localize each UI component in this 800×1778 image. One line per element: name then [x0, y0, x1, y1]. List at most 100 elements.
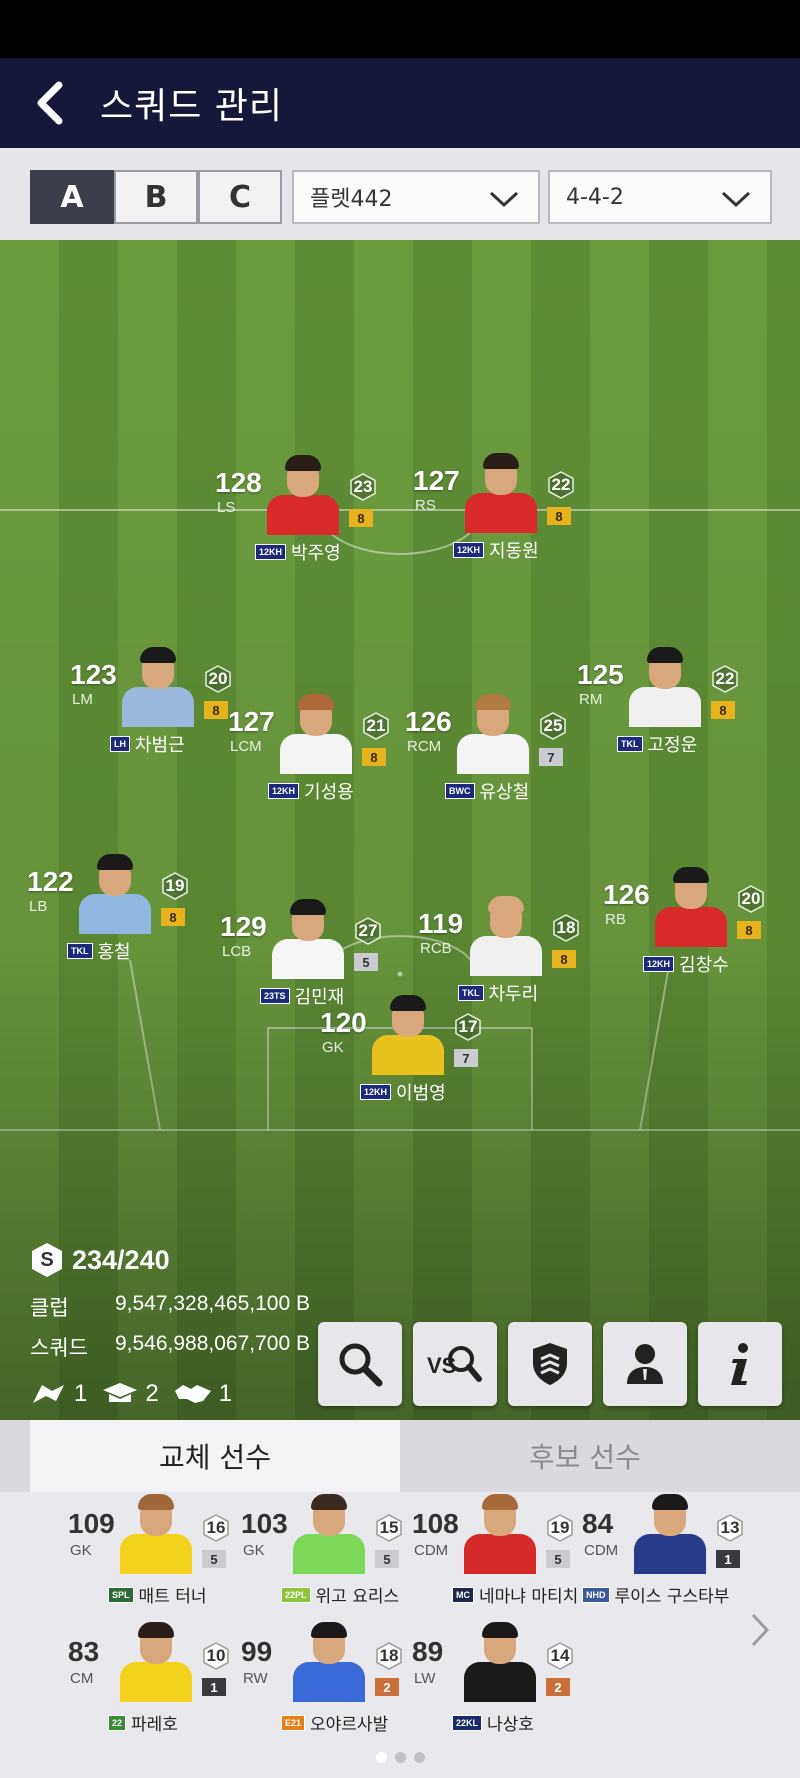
player-portrait — [625, 645, 705, 727]
squad-preset-dropdown[interactable]: 플렛442 — [292, 170, 540, 224]
bench-tab-bar: 교체 선수 후보 선수 — [0, 1420, 800, 1492]
player-ovr: 109 — [68, 1508, 115, 1539]
player-name: 네마냐 마티치 — [479, 1587, 579, 1607]
player-card-lb[interactable]: 122 LB 19 8 TKL 홍철 — [27, 852, 247, 972]
player-card-rb[interactable]: 126 RB 20 8 12KH 김창수 — [603, 865, 800, 985]
bench-player-card[interactable]: 84 CDM 13 1 NHD 루이스 구스타부 — [582, 1492, 762, 1612]
compare-button[interactable]: VS — [413, 1322, 497, 1406]
player-position: LB — [29, 898, 48, 915]
page-title: 스쿼드 관리 — [100, 86, 284, 127]
player-ovr: 119 — [418, 908, 464, 939]
search-button[interactable] — [318, 1322, 402, 1406]
tactics-button[interactable] — [508, 1322, 592, 1406]
player-portrait — [116, 1492, 196, 1574]
player-portrait — [118, 645, 198, 727]
player-portrait — [460, 1492, 540, 1574]
tab-squad-a[interactable]: A — [30, 170, 114, 224]
salary-value: 234/240 — [72, 1244, 170, 1275]
bench-player-card[interactable]: 99 RW 18 2 E21 오야르사발 — [241, 1620, 421, 1740]
player-portrait — [276, 692, 356, 774]
status-bar — [0, 0, 800, 58]
player-name: 매트 터너 — [138, 1587, 207, 1607]
player-ovr: 108 — [412, 1508, 459, 1539]
level-hexagon: 25 — [539, 712, 567, 740]
bench-player-card[interactable]: 89 LW 14 2 22KL 나상호 — [412, 1620, 592, 1740]
player-portrait — [460, 1620, 540, 1702]
player-ovr: 127 — [228, 706, 275, 737]
player-position: GK — [70, 1542, 92, 1559]
player-name: 루이스 구스타부 — [614, 1587, 730, 1607]
formation-dropdown[interactable]: 4-4-2 — [548, 170, 772, 224]
tab-reserves[interactable]: 후보 선수 — [400, 1420, 770, 1492]
squad-value: 9,546,988,067,700 B — [114, 1332, 310, 1355]
player-position: LS — [217, 499, 236, 516]
player-name: 기성용 — [304, 782, 354, 803]
player-portrait — [453, 692, 533, 774]
player-position: CDM — [584, 1542, 619, 1559]
mortarboard-count: 2 — [145, 1380, 159, 1407]
player-card-rs[interactable]: 127 RS 22 8 12KH 지동원 — [413, 451, 633, 571]
enhance-grade: 1 — [202, 1678, 226, 1696]
enhance-grade: 8 — [349, 509, 373, 527]
player-portrait — [368, 993, 448, 1075]
player-position: CM — [70, 1670, 94, 1687]
bench-player-card[interactable]: 83 CM 10 1 22 파레호 — [68, 1620, 248, 1740]
person-icon — [627, 1344, 663, 1384]
page-indicator — [376, 1752, 425, 1763]
season-badge: 23TS — [260, 988, 290, 1004]
bench-player-card[interactable]: 103 GK 15 5 22PL 위고 요리스 — [241, 1492, 421, 1612]
player-card-ls[interactable]: 128 LS 23 8 12KH 박주영 — [215, 453, 435, 573]
level-hexagon: 18 — [375, 1642, 403, 1670]
level-hexagon: 18 — [552, 914, 580, 942]
player-portrait — [651, 865, 731, 947]
enhance-grade: 8 — [362, 748, 386, 766]
manager-button[interactable] — [603, 1322, 687, 1406]
season-badge: SPL — [108, 1586, 134, 1603]
player-name: 지동원 — [489, 541, 539, 562]
player-portrait — [466, 894, 546, 976]
player-position: CDM — [414, 1542, 449, 1559]
level-hexagon: 17 — [454, 1013, 482, 1041]
player-ovr: 126 — [603, 879, 650, 910]
player-card-gk[interactable]: 120 GK 17 7 12KH 이범영 — [320, 993, 540, 1113]
player-position: RCB — [420, 940, 452, 957]
bench-player-card[interactable]: 108 CDM 19 5 MC 네마냐 마티치 — [412, 1492, 592, 1612]
player-name: 김창수 — [679, 955, 729, 976]
player-position: LCB — [222, 943, 252, 960]
player-ovr: 89 — [412, 1636, 444, 1667]
tab-squad-b[interactable]: B — [114, 170, 198, 224]
player-ovr: 84 — [582, 1508, 614, 1539]
player-card-rcm[interactable]: 126 RCM 25 7 BWC 유상철 — [405, 692, 625, 812]
enhance-grade: 8 — [204, 701, 228, 719]
player-ovr: 103 — [241, 1508, 288, 1539]
mortarboard-icon — [103, 1383, 138, 1402]
enhance-grade: 2 — [546, 1678, 570, 1696]
level-hexagon: 13 — [716, 1514, 744, 1542]
tab-squad-c[interactable]: C — [198, 170, 282, 224]
player-portrait — [289, 1620, 369, 1702]
enhance-grade: 5 — [375, 1550, 399, 1568]
tab-substitutes[interactable]: 교체 선수 — [30, 1420, 400, 1492]
squad-value-label: 스쿼드 — [30, 1337, 88, 1360]
info-icon — [731, 1343, 748, 1385]
player-ovr: 127 — [413, 465, 460, 496]
player-ovr: 128 — [215, 467, 262, 498]
level-hexagon: 19 — [161, 872, 189, 900]
info-button[interactable] — [698, 1322, 782, 1406]
salary-icon: S — [30, 1242, 64, 1278]
bench-player-card[interactable]: 109 GK 16 5 SPL 매트 터너 — [68, 1492, 248, 1612]
season-badge: TKL — [67, 943, 93, 959]
enhance-grade: 7 — [539, 748, 563, 766]
player-position: GK — [322, 1039, 344, 1056]
player-position: RW — [243, 1670, 268, 1687]
level-hexagon: 19 — [546, 1514, 574, 1542]
player-position: RB — [605, 911, 626, 928]
level-hexagon: 23 — [349, 473, 377, 501]
player-position: RS — [415, 497, 436, 514]
player-position: LW — [414, 1670, 436, 1687]
enhance-grade: 5 — [546, 1550, 570, 1568]
player-name: 박주영 — [291, 543, 341, 564]
level-hexagon: 14 — [546, 1642, 574, 1670]
next-page-button[interactable] — [748, 1612, 778, 1652]
back-button[interactable] — [0, 58, 100, 148]
